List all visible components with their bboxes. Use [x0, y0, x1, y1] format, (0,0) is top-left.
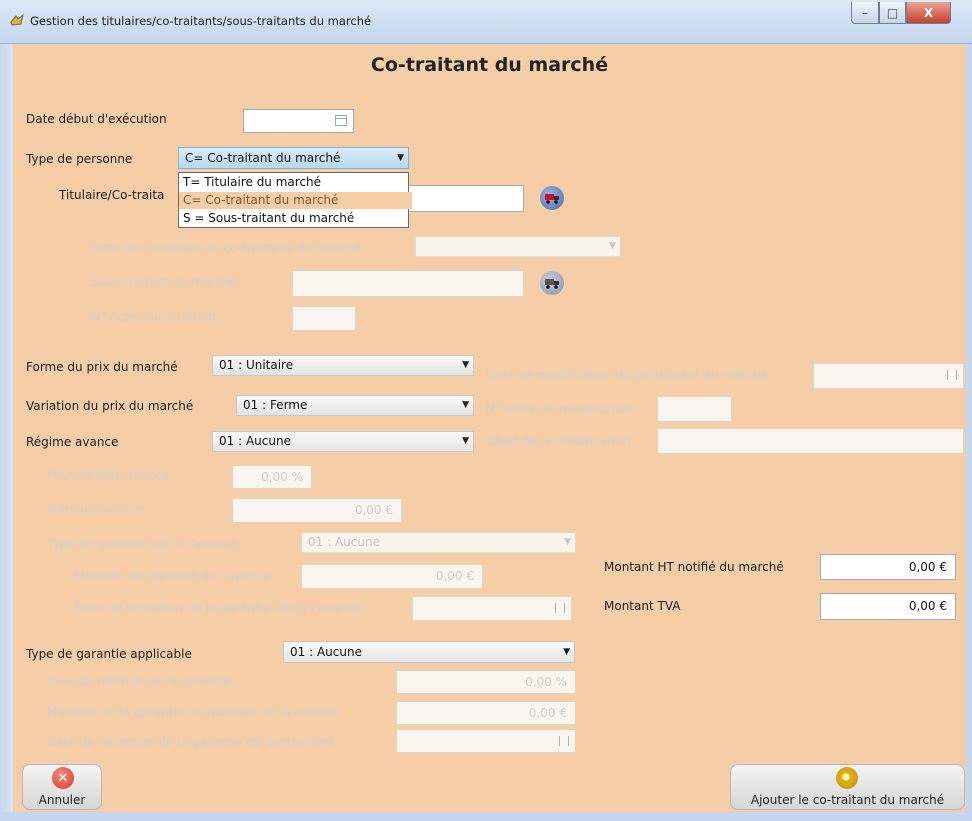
montant-garantie-avance-input[interactable]: 0,00 €: [301, 564, 483, 589]
cancel-button[interactable]: ✕ Annuler: [22, 764, 102, 810]
montant-ht-input[interactable]: 0,00 €: [820, 554, 956, 580]
close-button[interactable]: X: [906, 2, 951, 24]
regime-avance-label: Régime avance: [26, 435, 119, 449]
sous-traitant-label: Sous-traitant du marché: [91, 275, 237, 289]
variation-prix-value: 01 : Ferme: [243, 398, 308, 412]
chevron-down-icon: ▼: [462, 400, 469, 410]
date-modification-input[interactable]: [813, 363, 964, 389]
liste-titulaires-label: Liste des titulaires ou co-traitants du …: [91, 241, 362, 255]
calendar-icon[interactable]: [947, 370, 957, 380]
date-reception-contractant-label: Date de réception de la garantie du cont…: [47, 735, 335, 749]
date-modification-label: Date de modification du participant au m…: [486, 368, 768, 382]
date-debut-label: Date début d'exécution: [26, 112, 167, 126]
chevron-down-icon: ▼: [462, 436, 469, 446]
type-personne-select[interactable]: C= Co-traitant du marché ▼: [178, 147, 409, 169]
type-personne-dropdown: T= Titulaire du marché C= Co-traitant du…: [178, 172, 412, 228]
chevron-down-icon: ▼: [462, 360, 469, 370]
titulaire-label: Titulaire/Co-traita: [59, 188, 165, 202]
variation-prix-select[interactable]: 01 : Ferme ▼: [236, 395, 474, 416]
calendar-icon[interactable]: [335, 115, 347, 126]
calendar-icon[interactable]: [555, 603, 565, 613]
regime-avance-value: 01 : Aucune: [219, 434, 291, 448]
type-garantie-applicable-label: Type de garantie applicable: [26, 647, 192, 661]
window-border-bottom: [0, 812, 972, 821]
type-garantie-avance-select[interactable]: 01 : Aucune ▼: [301, 532, 576, 553]
cancel-icon: ✕: [52, 767, 74, 789]
dropdown-option-co-traitant[interactable]: C= Co-traitant du marché: [179, 192, 412, 209]
app-icon: [9, 12, 25, 28]
dropdown-option-sous-traitant[interactable]: S = Sous-traitant du marché: [179, 210, 412, 227]
add-button-label: Ajouter le co-traitant du marché: [750, 793, 945, 807]
chevron-down-icon: ▼: [564, 537, 571, 547]
page-title: Co-traitant du marché: [370, 54, 609, 76]
ordre-modification-input[interactable]: [657, 396, 732, 422]
date-debut-input[interactable]: [243, 109, 354, 133]
type-garantie-avance-label: Type de garantie liée à l'avance: [47, 537, 238, 551]
window-border-left: [0, 44, 13, 821]
montant-avance-input[interactable]: 0,00 €: [232, 498, 402, 523]
montant-garantie-input[interactable]: 0,00 €: [396, 701, 576, 725]
dropdown-option-titulaire[interactable]: T= Titulaire du marché: [179, 174, 412, 191]
chevron-down-icon: ▼: [397, 153, 404, 163]
type-garantie-applicable-value: 01 : Aucune: [290, 645, 362, 659]
regime-avance-select[interactable]: 01 : Aucune ▼: [212, 431, 474, 452]
montant-garantie-label: Montant de la garantie ou montant de la …: [47, 705, 340, 719]
taux-retenue-label: Taux de retenue de la garantie: [47, 674, 232, 688]
type-garantie-applicable-select[interactable]: 01 : Aucune ▼: [283, 641, 575, 663]
calendar-icon[interactable]: [559, 736, 569, 746]
acte-input[interactable]: [292, 306, 356, 331]
pourcentage-avance-input[interactable]: 0,00 %: [232, 465, 312, 489]
search-truck-icon[interactable]: [540, 186, 564, 210]
forme-prix-label: Forme du prix du marché: [26, 360, 178, 374]
montant-tva-input[interactable]: 0,00 €: [820, 593, 956, 620]
type-garantie-avance-value: 01 : Aucune: [308, 535, 380, 549]
disc-icon: [836, 767, 858, 789]
date-reception-garantie-avance-input[interactable]: [412, 596, 572, 621]
montant-avance-label: Montant avance: [47, 502, 144, 516]
search-truck-icon[interactable]: [540, 271, 564, 295]
montant-ht-label: Montant HT notifié du marché: [604, 560, 784, 574]
date-reception-contractant-input[interactable]: [396, 729, 576, 753]
minimize-button[interactable]: –: [851, 2, 879, 24]
montant-tva-label: Montant TVA: [604, 599, 681, 613]
ordre-modification-label: N° ordre de modification: [486, 402, 634, 416]
window-title: Gestion des titulaires/co-traitants/sous…: [30, 14, 372, 28]
add-co-traitant-button[interactable]: Ajouter le co-traitant du marché: [730, 764, 965, 810]
forme-prix-select[interactable]: 01 : Unitaire ▼: [212, 355, 474, 376]
type-personne-label: Type de personne: [26, 152, 133, 166]
pourcentage-avance-label: Pourcentage avance: [47, 468, 170, 482]
objet-modification-label: Objet de la modification: [486, 434, 631, 448]
objet-modification-input[interactable]: [657, 428, 964, 454]
chevron-down-icon: ▼: [563, 647, 570, 657]
chevron-down-icon: ▼: [609, 241, 616, 251]
cancel-button-label: Annuler: [38, 793, 86, 807]
window-border-right: [966, 44, 972, 821]
liste-titulaires-select[interactable]: ▼: [415, 236, 621, 257]
taux-retenue-input[interactable]: 0,00 %: [396, 670, 576, 694]
montant-garantie-avance-label: Montant de garantie de l'avance: [75, 569, 271, 583]
acte-label: N° Acte sous-traitant: [91, 310, 217, 324]
variation-prix-label: Variation du prix du marché: [26, 399, 194, 413]
date-reception-garantie-avance-label: Date de réception de la garantie liée à …: [75, 601, 361, 615]
maximize-button[interactable]: □: [879, 2, 906, 24]
forme-prix-value: 01 : Unitaire: [219, 358, 294, 372]
type-personne-value: C= Co-traitant du marché: [185, 151, 341, 165]
sous-traitant-input[interactable]: [292, 270, 524, 297]
